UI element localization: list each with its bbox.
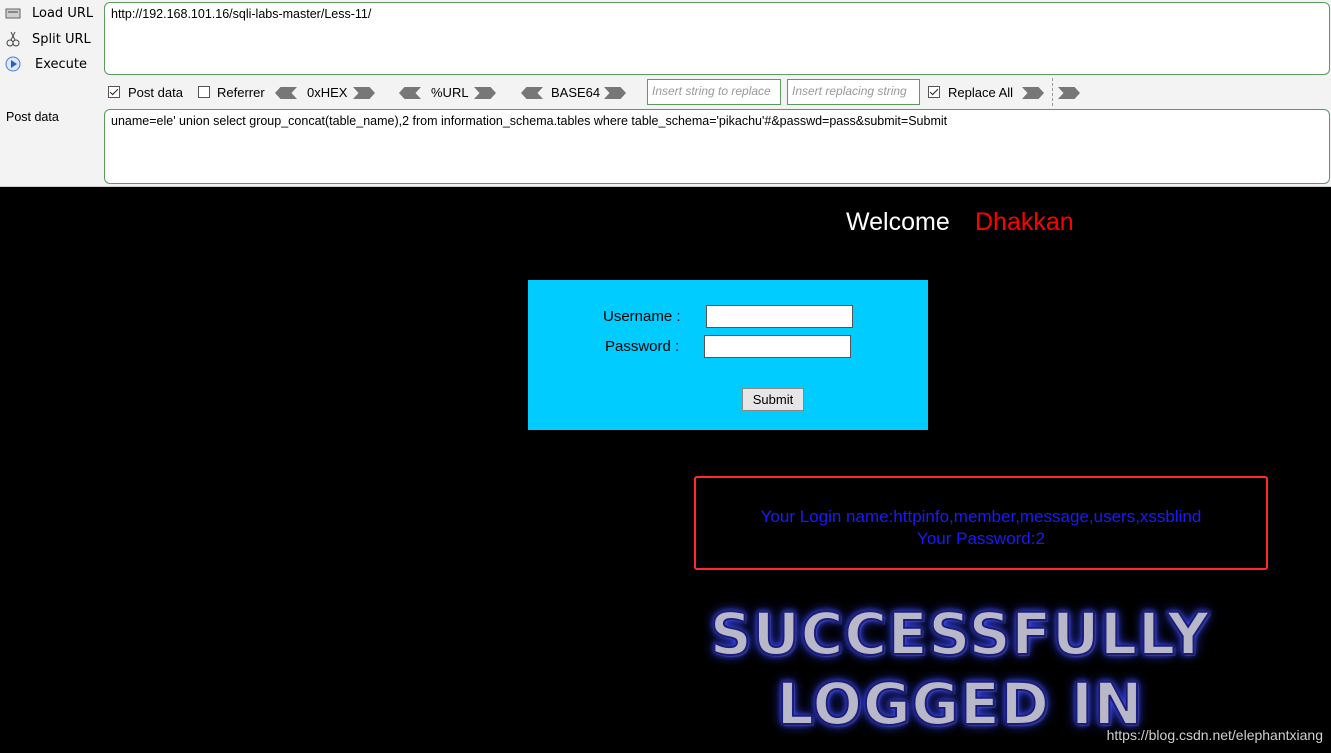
password-result: Your Password:2 xyxy=(917,529,1045,548)
url-label: %URL xyxy=(431,85,469,100)
play-icon xyxy=(4,55,22,73)
hex-encode-arrow-icon[interactable] xyxy=(353,87,375,99)
success-banner-line1: SUCCESSFULLY xyxy=(709,599,1211,669)
url-input[interactable]: http://192.168.101.16/sqli-labs-master/L… xyxy=(104,2,1330,75)
referrer-checkbox[interactable] xyxy=(198,86,210,98)
split-url-label: Split URL xyxy=(32,31,91,47)
login-form: Username : Password : Submit xyxy=(528,280,928,430)
url-decode-arrow-icon[interactable] xyxy=(399,87,421,99)
post-data-checkbox[interactable] xyxy=(108,86,120,98)
password-input[interactable] xyxy=(704,335,851,358)
base64-decode-arrow-icon[interactable] xyxy=(521,87,543,99)
referrer-option-label: Referrer xyxy=(217,85,265,100)
load-url-button[interactable]: Load URL xyxy=(4,2,93,24)
hex-label: 0xHEX xyxy=(307,85,348,100)
post-data-label: Post data xyxy=(6,110,59,124)
replace-all-checkbox[interactable] xyxy=(928,86,940,98)
insert-string-input[interactable]: Insert string to replace xyxy=(647,79,781,105)
welcome-text: Welcome xyxy=(846,208,950,236)
toolbar-divider xyxy=(1052,78,1053,106)
replace-all-label: Replace All xyxy=(948,85,1014,100)
replace-arrow-icon[interactable] xyxy=(1022,87,1044,99)
login-name-result: Your Login name:httpinfo,member,message,… xyxy=(760,507,1202,526)
split-url-button[interactable]: Split URL xyxy=(4,28,91,50)
watermark: https://blog.csdn.net/elephantxiang xyxy=(1106,727,1323,743)
username-label: Username : xyxy=(603,308,681,325)
welcome-username: Dhakkan xyxy=(975,208,1074,236)
hackbar-toolbar: Load URL Split URL Execute http://192.16… xyxy=(0,0,1331,187)
load-url-label: Load URL xyxy=(32,5,94,21)
execute-button[interactable]: Execute xyxy=(4,53,87,75)
username-input[interactable] xyxy=(706,305,853,328)
post-data-input[interactable]: uname=ele' union select group_concat(tab… xyxy=(104,109,1330,184)
hex-decode-arrow-icon[interactable] xyxy=(275,87,297,99)
base64-label: BASE64 xyxy=(551,85,601,100)
load-url-icon xyxy=(4,4,22,22)
base64-encode-arrow-icon[interactable] xyxy=(604,87,626,99)
execute-label: Execute xyxy=(35,56,87,72)
post-data-option-label: Post data xyxy=(128,85,183,100)
url-encode-arrow-icon[interactable] xyxy=(474,87,496,99)
scissors-icon xyxy=(4,30,22,48)
password-label: Password : xyxy=(605,338,680,355)
replace-next-arrow-icon[interactable] xyxy=(1058,87,1080,99)
submit-button[interactable]: Submit xyxy=(742,388,804,411)
insert-replacing-input[interactable]: Insert replacing string xyxy=(787,79,920,105)
login-result-box: Your Login name:httpinfo,member,message,… xyxy=(694,476,1268,570)
